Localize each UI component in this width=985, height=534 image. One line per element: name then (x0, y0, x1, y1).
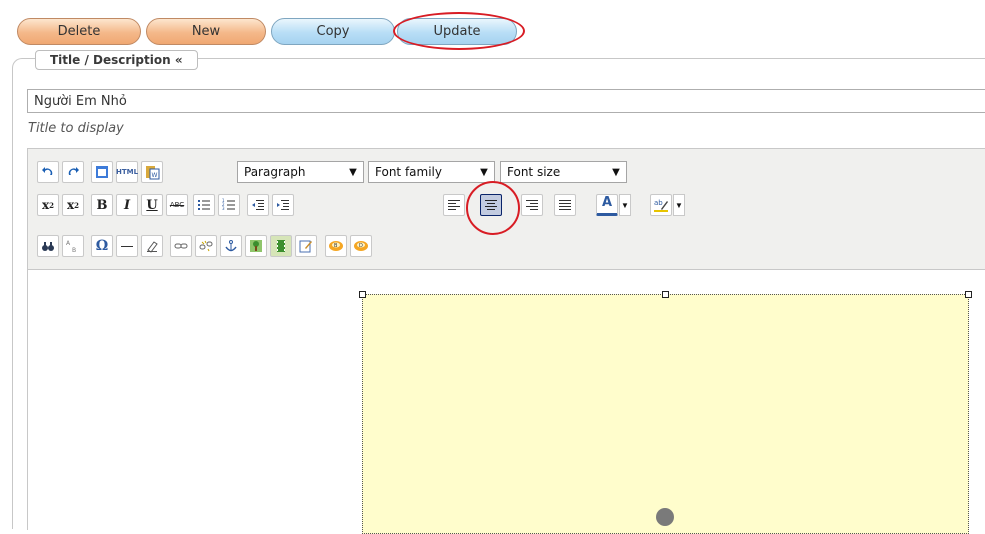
italic-button[interactable]: I (116, 194, 138, 216)
svg-text:A: A (66, 240, 71, 247)
underline-button[interactable]: U (141, 194, 163, 216)
font-color-icon[interactable]: A (596, 194, 618, 216)
format-select[interactable]: Paragraph ▼ (237, 161, 364, 183)
indent-icon[interactable] (272, 194, 294, 216)
align-left-icon[interactable] (443, 194, 465, 216)
highlight-color-dropdown[interactable]: ▼ (673, 194, 685, 216)
replace-icon[interactable]: AB (62, 235, 84, 257)
strikethrough-button[interactable]: ABC (166, 194, 188, 216)
undo-icon[interactable] (37, 161, 59, 183)
resize-handle[interactable] (965, 291, 972, 298)
chevron-down-icon: ▼ (612, 166, 620, 178)
horizontal-rule-icon[interactable] (116, 235, 138, 257)
edit-css-icon[interactable] (295, 235, 317, 257)
format-select-value: Paragraph (244, 165, 306, 179)
special-char-icon[interactable]: Ω (91, 235, 113, 257)
align-right-icon[interactable] (521, 194, 543, 216)
font-family-value: Font family (375, 165, 442, 179)
insert-button-b-icon[interactable]: B (325, 235, 347, 257)
svg-text:3: 3 (222, 206, 225, 211)
font-size-value: Font size (507, 165, 561, 179)
svg-text:B: B (334, 243, 338, 249)
media-icon[interactable] (270, 235, 292, 257)
numbered-list-icon[interactable]: 123 (218, 194, 240, 216)
object-placeholder-icon (656, 508, 674, 526)
html-icon[interactable]: HTML (116, 161, 138, 183)
anchor-icon[interactable] (220, 235, 242, 257)
resize-handle[interactable] (662, 291, 669, 298)
link-icon[interactable] (170, 235, 192, 257)
paste-word-icon[interactable]: W (141, 161, 163, 183)
title-input[interactable] (27, 89, 985, 113)
outdent-icon[interactable] (247, 194, 269, 216)
chevron-down-icon: ▼ (349, 166, 357, 178)
align-justify-icon[interactable] (554, 194, 576, 216)
bold-button[interactable]: B (91, 194, 113, 216)
font-color-dropdown[interactable]: ▼ (619, 194, 631, 216)
source-view-icon[interactable] (91, 161, 113, 183)
svg-text:W: W (152, 172, 158, 179)
action-bar: Delete New Copy Update (0, 0, 985, 50)
font-family-select[interactable]: Font family ▼ (368, 161, 495, 183)
font-size-select[interactable]: Font size ▼ (500, 161, 627, 183)
subscript-icon[interactable]: x2 (37, 194, 59, 216)
resize-handle[interactable] (359, 291, 366, 298)
editor-toolbar: HTML W Paragraph ▼ Font family ▼ Font si… (27, 148, 985, 270)
redo-icon[interactable] (62, 161, 84, 183)
superscript-icon[interactable]: x2 (62, 194, 84, 216)
section-legend[interactable]: Title / Description « (35, 50, 198, 70)
find-icon[interactable] (37, 235, 59, 257)
delete-button[interactable]: Delete (17, 18, 141, 45)
update-button[interactable]: Update (397, 18, 517, 45)
image-icon[interactable] (245, 235, 267, 257)
unlink-icon[interactable] (195, 235, 217, 257)
bullet-list-icon[interactable] (193, 194, 215, 216)
chevron-down-icon: ▼ (480, 166, 488, 178)
title-hint: Title to display (28, 121, 124, 136)
copy-button[interactable]: Copy (271, 18, 395, 45)
insert-button-d-icon[interactable]: D (350, 235, 372, 257)
selected-embedded-object[interactable] (362, 294, 969, 534)
svg-text:D: D (359, 243, 363, 249)
svg-text:ab: ab (654, 199, 663, 207)
eraser-icon[interactable] (141, 235, 163, 257)
new-button[interactable]: New (146, 18, 266, 45)
align-center-icon[interactable] (480, 194, 502, 216)
svg-text:B: B (72, 247, 76, 253)
highlight-color-icon[interactable]: ab (650, 194, 672, 216)
